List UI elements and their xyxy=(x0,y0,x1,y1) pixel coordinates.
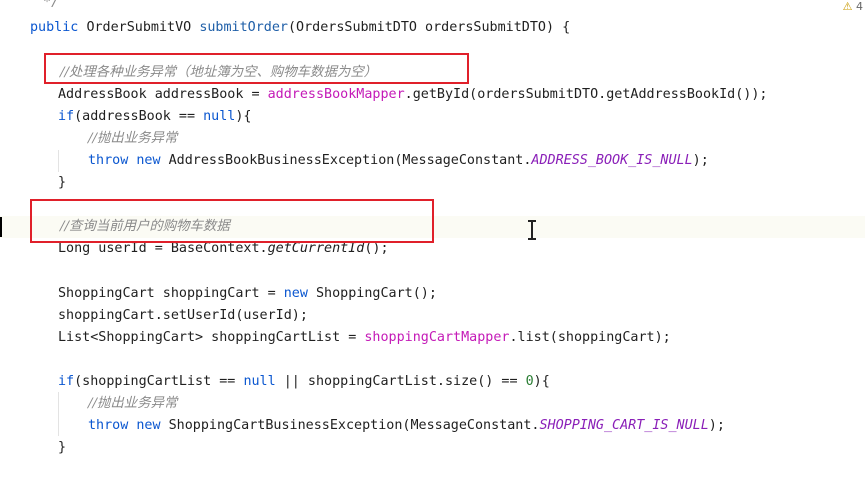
code-comment: //抛出业务异常 xyxy=(88,131,178,146)
code-line[interactable] xyxy=(0,260,865,282)
code-token: new xyxy=(136,418,169,433)
code-token: (); xyxy=(364,241,389,256)
code-token: (addressBook == xyxy=(74,109,204,124)
code-token: ){ xyxy=(533,374,550,389)
code-comment: */ xyxy=(35,0,60,10)
code-line-text: ShoppingCart shoppingCart = new Shopping… xyxy=(58,283,437,305)
code-line-text: AddressBook addressBook = addressBookMap… xyxy=(58,84,767,106)
code-line-text: List<ShoppingCart> shoppingCartList = sh… xyxy=(58,327,671,349)
code-line[interactable]: //抛出业务异常 xyxy=(0,393,865,415)
code-token: ); xyxy=(692,153,709,168)
highlight-box-exception-comment xyxy=(44,53,469,84)
code-token: (OrdersSubmitDTO ordersSubmitDTO) { xyxy=(288,20,571,35)
code-line[interactable]: List<ShoppingCart> shoppingCartList = sh… xyxy=(0,327,865,349)
code-line-text: throw new AddressBookBusinessException(M… xyxy=(88,150,709,172)
code-comment: //抛出业务异常 xyxy=(88,396,178,411)
code-token: AddressBookBusinessException(MessageCons… xyxy=(168,153,532,168)
code-line-text: //抛出业务异常 xyxy=(88,128,177,150)
code-token: new xyxy=(136,153,169,168)
code-token: } xyxy=(58,175,67,190)
code-token: if xyxy=(58,109,75,124)
code-line[interactable]: public OrderSubmitVO submitOrder(OrdersS… xyxy=(0,17,865,39)
code-token: null xyxy=(243,374,276,389)
code-token: .getById(ordersSubmitDTO.getAddressBookI… xyxy=(404,87,768,102)
code-token: throw xyxy=(88,418,137,433)
code-line[interactable]: ShoppingCart shoppingCart = new Shopping… xyxy=(0,283,865,305)
code-line-text: } xyxy=(58,172,66,194)
code-token: SHOPPING_CART_IS_NULL xyxy=(539,418,709,433)
code-line-text: public OrderSubmitVO submitOrder(OrdersS… xyxy=(30,17,570,39)
code-editor[interactable]: ⚠ 4 */public OrderSubmitVO submitOrder(O… xyxy=(0,0,865,481)
code-line-text: throw new ShoppingCartBusinessException(… xyxy=(88,415,725,437)
code-line-text: */ xyxy=(35,0,59,14)
code-token: OrderSubmitVO xyxy=(86,20,200,35)
code-token: ShoppingCart(); xyxy=(315,286,437,301)
code-token: if xyxy=(58,374,75,389)
code-token: ){ xyxy=(235,109,252,124)
code-token: List<ShoppingCart> shoppingCartList = xyxy=(58,330,365,345)
code-token: ADDRESS_BOOK_IS_NULL xyxy=(531,153,693,168)
code-token: } xyxy=(58,440,67,455)
code-token: shoppingCart.setUserId(userId); xyxy=(58,308,308,323)
code-token: addressBookMapper xyxy=(267,87,405,102)
highlight-box-cart-comment xyxy=(30,199,434,243)
code-line[interactable]: if(shoppingCartList == null || shoppingC… xyxy=(0,371,865,393)
code-line[interactable]: if(addressBook == null){ xyxy=(0,106,865,128)
code-line-text: if(shoppingCartList == null || shoppingC… xyxy=(58,371,550,393)
code-line[interactable]: shoppingCart.setUserId(userId); xyxy=(0,305,865,327)
code-line[interactable]: throw new AddressBookBusinessException(M… xyxy=(0,150,865,172)
code-token: Long userId = BaseContext. xyxy=(58,241,268,256)
code-line[interactable]: */ xyxy=(0,0,865,14)
code-token: ShoppingCartBusinessException(MessageCon… xyxy=(168,418,540,433)
code-token: || shoppingCartList.size() == xyxy=(275,374,526,389)
code-token: 0 xyxy=(525,374,534,389)
code-token: throw xyxy=(88,153,137,168)
code-line[interactable]: throw new ShoppingCartBusinessException(… xyxy=(0,415,865,437)
code-token: null xyxy=(203,109,236,124)
code-token: new xyxy=(283,286,316,301)
code-token: ); xyxy=(708,418,725,433)
ibeam-cursor-icon xyxy=(528,220,536,240)
code-token: getCurrentId xyxy=(267,241,365,256)
code-line-text: } xyxy=(58,437,66,459)
code-token: AddressBook addressBook = xyxy=(58,87,268,102)
code-token: shoppingCartMapper xyxy=(364,330,510,345)
code-line[interactable]: AddressBook addressBook = addressBookMap… xyxy=(0,84,865,106)
code-token: submitOrder xyxy=(199,20,288,35)
code-token: public xyxy=(30,20,87,35)
text-caret xyxy=(0,217,2,237)
code-line-text: if(addressBook == null){ xyxy=(58,106,252,128)
code-token: .list(shoppingCart); xyxy=(509,330,671,345)
code-token: ShoppingCart shoppingCart = xyxy=(58,286,284,301)
code-line[interactable]: } xyxy=(0,437,865,459)
code-token: (shoppingCartList == xyxy=(74,374,244,389)
code-line[interactable] xyxy=(0,349,865,371)
code-line-text: //抛出业务异常 xyxy=(88,393,177,415)
code-line[interactable]: //抛出业务异常 xyxy=(0,128,865,150)
code-line-text: shoppingCart.setUserId(userId); xyxy=(58,305,308,327)
code-line[interactable]: } xyxy=(0,172,865,194)
